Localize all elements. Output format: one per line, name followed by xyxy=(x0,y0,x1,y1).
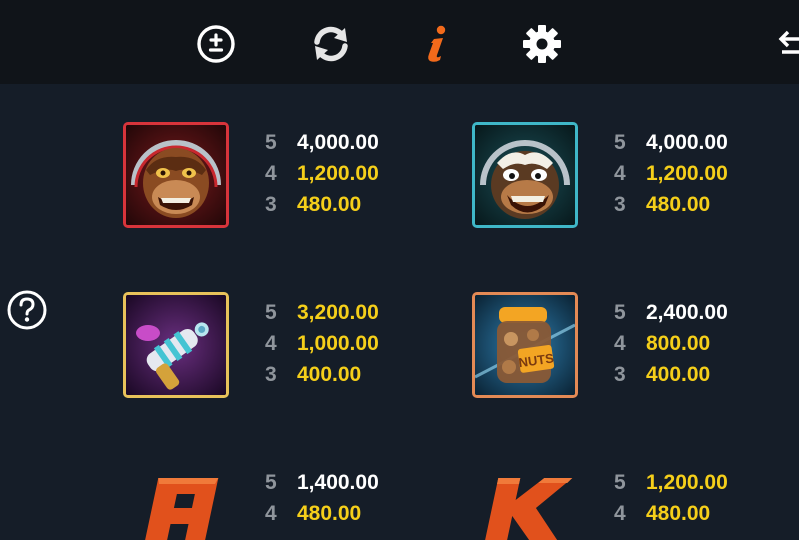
help-button[interactable] xyxy=(6,289,48,331)
letter-k-symbol xyxy=(478,470,588,540)
payout-value: 400.00 xyxy=(646,362,711,386)
payout-value: 400.00 xyxy=(297,362,362,386)
match-count: 5 xyxy=(265,470,277,494)
exit-icon[interactable] xyxy=(770,22,799,66)
payout-row: 5 3,200.00 xyxy=(265,297,425,328)
payout-value: 3,200.00 xyxy=(297,300,379,324)
match-count: 5 xyxy=(614,470,626,494)
payout-value: 480.00 xyxy=(646,192,711,216)
payout-value: 480.00 xyxy=(297,192,362,216)
payout-row: 4 1,200.00 xyxy=(614,158,774,189)
payout-table-teal-monkey: 5 4,000.00 4 1,200.00 3 480.00 xyxy=(614,127,774,220)
payout-row: 5 2,400.00 xyxy=(614,297,774,328)
payout-row: 4 800.00 xyxy=(614,328,774,359)
payout-row: 4 1,200.00 xyxy=(265,158,425,189)
letter-a-symbol xyxy=(130,470,240,540)
match-count: 4 xyxy=(265,161,277,185)
settings-icon[interactable] xyxy=(520,22,564,66)
payout-table-red-monkey: 5 4,000.00 4 1,200.00 3 480.00 xyxy=(265,127,425,220)
payout-value: 1,400.00 xyxy=(297,470,379,494)
payout-row: 5 4,000.00 xyxy=(614,127,774,158)
match-count: 4 xyxy=(614,161,626,185)
payout-row: 3 480.00 xyxy=(614,189,774,220)
payout-row: 4 480.00 xyxy=(265,498,425,529)
payout-value: 480.00 xyxy=(297,501,362,525)
red-monkey-symbol xyxy=(123,122,229,228)
payout-value: 480.00 xyxy=(646,501,711,525)
match-count: 4 xyxy=(614,331,626,355)
payout-table-letter-k: 5 1,200.00 4 480.00 xyxy=(614,467,774,529)
match-count: 3 xyxy=(614,362,626,386)
match-count: 5 xyxy=(614,300,626,324)
payout-value: 2,400.00 xyxy=(646,300,728,324)
match-count: 5 xyxy=(614,130,626,154)
match-count: 4 xyxy=(265,331,277,355)
match-count: 3 xyxy=(614,192,626,216)
payout-table-letter-a: 5 1,400.00 4 480.00 xyxy=(265,467,425,529)
ray-gun-symbol xyxy=(123,292,229,398)
payout-value: 4,000.00 xyxy=(297,130,379,154)
payout-row: 5 4,000.00 xyxy=(265,127,425,158)
payout-row: 3 400.00 xyxy=(265,359,425,390)
teal-monkey-symbol xyxy=(472,122,578,228)
match-count: 4 xyxy=(265,501,277,525)
payout-value: 800.00 xyxy=(646,331,711,355)
question-icon xyxy=(7,290,47,330)
payout-value: 1,200.00 xyxy=(297,161,379,185)
nuts-jar-symbol: NUTS xyxy=(472,292,578,398)
payout-value: 1,200.00 xyxy=(646,470,728,494)
match-count: 3 xyxy=(265,192,277,216)
match-count: 5 xyxy=(265,130,277,154)
info-icon[interactable] xyxy=(414,22,458,66)
payout-row: 3 480.00 xyxy=(265,189,425,220)
payout-table-ray-gun: 5 3,200.00 4 1,000.00 3 400.00 xyxy=(265,297,425,390)
payout-row: 5 1,400.00 xyxy=(265,467,425,498)
match-count: 3 xyxy=(265,362,277,386)
payout-value: 1,200.00 xyxy=(646,161,728,185)
match-count: 4 xyxy=(614,501,626,525)
payout-value: 4,000.00 xyxy=(646,130,728,154)
payout-table-nuts-jar: 5 2,400.00 4 800.00 3 400.00 xyxy=(614,297,774,390)
payout-row: 4 1,000.00 xyxy=(265,328,425,359)
bet-adjust-icon[interactable] xyxy=(194,22,238,66)
payout-row: 4 480.00 xyxy=(614,498,774,529)
payout-row: 5 1,200.00 xyxy=(614,467,774,498)
match-count: 5 xyxy=(265,300,277,324)
autoplay-icon[interactable] xyxy=(309,22,353,66)
payout-row: 3 400.00 xyxy=(614,359,774,390)
payout-value: 1,000.00 xyxy=(297,331,379,355)
top-toolbar xyxy=(0,0,799,84)
